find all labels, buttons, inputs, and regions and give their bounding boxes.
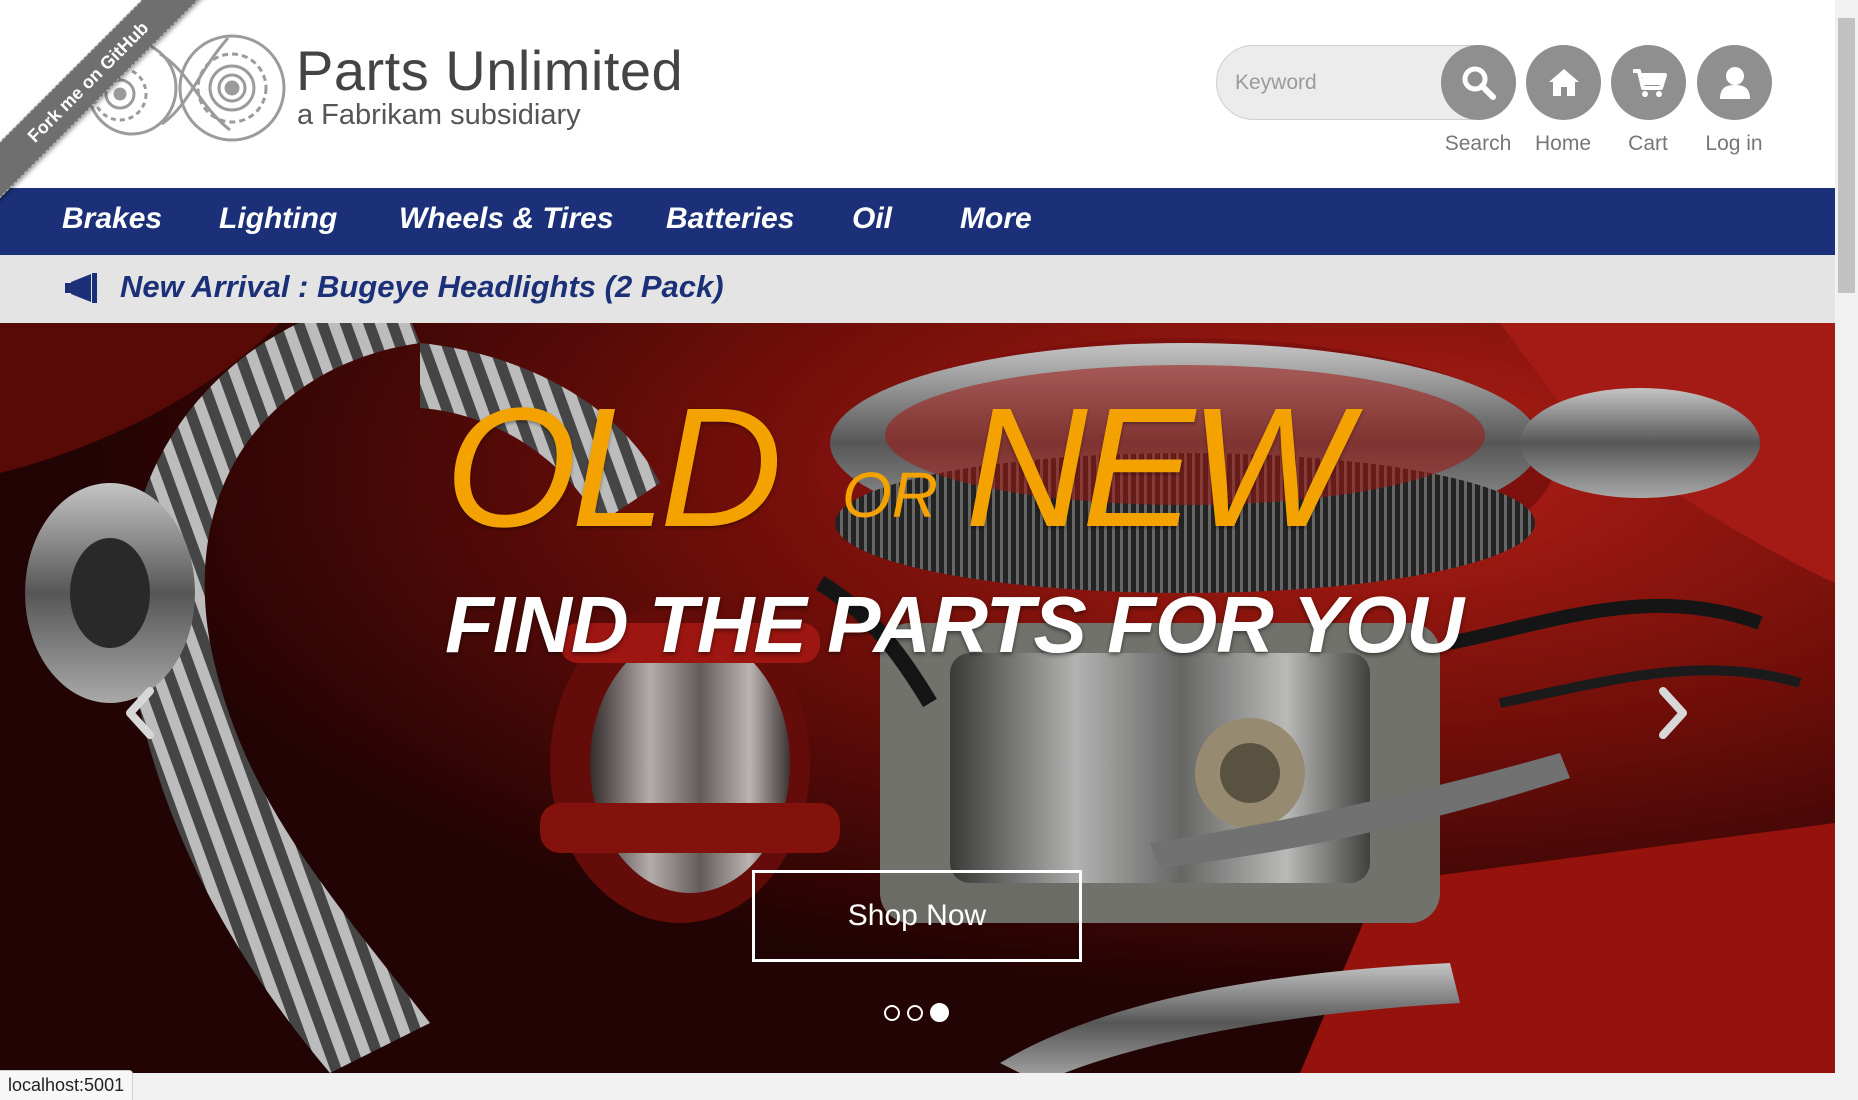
brand-subtitle: a Fabrikam subsidiary	[297, 99, 581, 131]
search-icon	[1462, 66, 1496, 100]
nav-item-lighting[interactable]: Lighting	[219, 202, 337, 236]
nav-item-wheels-tires[interactable]: Wheels & Tires	[399, 202, 614, 236]
fork-me-on-github-ribbon[interactable]: Fork me on GitHub	[0, 0, 209, 203]
hero-headline-old: OLD	[445, 373, 783, 563]
cart-icon	[1632, 68, 1667, 97]
megaphone-icon	[65, 273, 97, 303]
carousel-indicators	[884, 1003, 949, 1022]
hero-headline-new: NEW	[965, 373, 1350, 563]
browser-status-url: localhost:5001	[0, 1070, 134, 1100]
carousel-indicator-3-active[interactable]	[930, 1003, 949, 1022]
announcement-bar: New Arrival : Bugeye Headlights (2 Pack)	[0, 255, 1835, 323]
nav-item-oil[interactable]: Oil	[852, 202, 892, 236]
vertical-scrollbar-thumb[interactable]	[1838, 18, 1855, 293]
login-button[interactable]	[1697, 45, 1772, 120]
hero-carousel: OLD OR NEW FIND THE PARTS FOR YOU Shop N…	[0, 323, 1835, 1073]
home-button[interactable]	[1526, 45, 1601, 120]
search-input[interactable]	[1235, 66, 1445, 100]
login-label: Log in	[1705, 132, 1763, 155]
nav-item-more[interactable]: More	[960, 202, 1032, 236]
carousel-next-arrow[interactable]	[1653, 683, 1693, 743]
hero-tagline: FIND THE PARTS FOR YOU	[445, 580, 1464, 669]
nav-item-batteries[interactable]: Batteries	[666, 202, 794, 236]
site-header: Fork me on GitHub Parts Unlimited a Fabr…	[0, 0, 1835, 203]
carousel-prev-arrow[interactable]	[120, 683, 160, 743]
brand-title[interactable]: Parts Unlimited	[296, 38, 683, 103]
home-icon	[1548, 68, 1579, 96]
search-button[interactable]	[1441, 45, 1516, 120]
category-nav: Brakes Lighting Wheels & Tires Batteries…	[0, 188, 1835, 255]
shop-now-button[interactable]: Shop Now	[752, 870, 1082, 962]
carousel-indicator-1[interactable]	[884, 1004, 900, 1021]
hero-headline-or: OR	[842, 459, 938, 531]
cart-label: Cart	[1628, 132, 1668, 155]
user-icon	[1719, 66, 1750, 99]
cart-button[interactable]	[1611, 45, 1686, 120]
carousel-indicator-2[interactable]	[907, 1004, 923, 1021]
announcement-link[interactable]: New Arrival : Bugeye Headlights (2 Pack)	[120, 269, 724, 305]
github-ribbon-container: Fork me on GitHub	[0, 0, 210, 210]
horizontal-scrollbar[interactable]	[0, 1073, 1835, 1100]
